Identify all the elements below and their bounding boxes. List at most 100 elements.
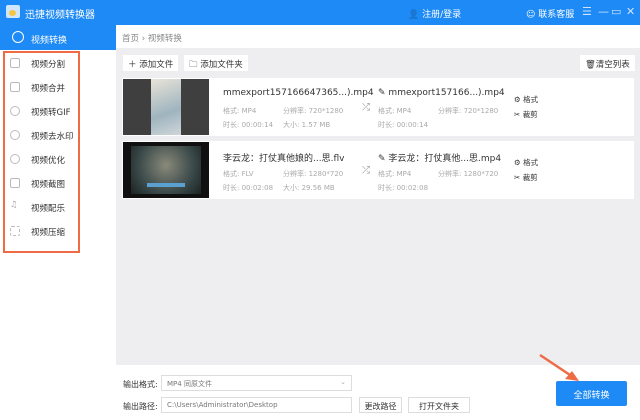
customer-service-button[interactable]: ☺ 联系客服: [526, 7, 574, 20]
video-thumbnail: [123, 79, 209, 135]
source-file-name: 李云龙：打仗真他娘的...思.flv: [223, 154, 345, 164]
breadcrumb-current: 视频转换: [147, 34, 182, 44]
add-folder-label: 添加文件夹: [200, 60, 243, 70]
shuffle-icon: ⤮: [362, 165, 370, 176]
sidebar-item-label: 视频转换: [31, 36, 68, 46]
source-format: 格式: MP4: [223, 107, 257, 115]
output-file-name[interactable]: ✎ 李云龙：打仗真他...思.mp4: [378, 151, 501, 164]
sidebar-item-label: 视频截图: [31, 180, 66, 190]
sidebar-item-compress[interactable]: 视频压缩: [10, 223, 76, 241]
clip-label: 裁剪: [522, 110, 538, 119]
annotation-arrow-icon: [539, 353, 579, 381]
edit-icon: ✎: [378, 154, 386, 164]
format-label: 格式: [523, 158, 539, 167]
menu-icon[interactable]: ☰: [582, 5, 592, 18]
app-title: 迅捷视频转换器: [25, 10, 95, 21]
gif-icon: [10, 106, 20, 116]
app-logo-icon: [6, 5, 20, 18]
sidebar-item-music[interactable]: ♫ 视频配乐: [10, 199, 76, 217]
minimize-icon[interactable]: —: [598, 5, 609, 18]
compress-icon: [10, 226, 20, 236]
clip-button[interactable]: ✂ 裁剪: [514, 172, 538, 183]
clip-label: 裁剪: [522, 173, 538, 182]
output-format: 格式: MP4: [378, 107, 412, 115]
source-duration: 时长: 00:02:08: [223, 184, 274, 192]
screenshot-icon: [10, 178, 20, 188]
output-format-select[interactable]: MP4 同原文件 ⌄: [161, 375, 352, 391]
output-format-value: MP4 同原文件: [167, 380, 212, 388]
breadcrumb: 首页 › 视频转换: [116, 25, 640, 48]
output-name-label: mmexport157166...).mp4: [388, 88, 505, 98]
sidebar: 视频转换 视频分割 视频合并 视频转GIF 视频去水印 视频优化 视频截图 ♫ 视…: [0, 25, 116, 420]
sidebar-item-screenshot[interactable]: 视频截图: [10, 175, 76, 193]
source-file-name: mmexport157166647365...).mp4: [223, 88, 374, 98]
video-thumbnail: [123, 142, 209, 198]
trash-icon: 🗑: [585, 60, 596, 70]
output-path-label: 输出路径:: [123, 402, 158, 411]
sidebar-item-label: 视频配乐: [31, 204, 66, 214]
output-name-label: 李云龙：打仗真他...思.mp4: [388, 154, 502, 164]
folder-icon: 🗀: [189, 60, 198, 70]
output-format-label: 输出格式:: [123, 380, 158, 389]
sidebar-item-label: 视频分割: [31, 60, 66, 70]
music-icon: ♫: [10, 200, 18, 210]
output-duration: 时长: 00:02:08: [378, 184, 429, 192]
title-bar: 迅捷视频转换器 👤 注册/登录 ☺ 联系客服 ☰ — ▭ ✕: [0, 0, 640, 25]
output-file-name[interactable]: ✎ mmexport157166...).mp4: [378, 88, 505, 98]
source-format: 格式: FLV: [223, 170, 254, 178]
split-icon: [10, 58, 20, 68]
convert-icon: [12, 31, 24, 43]
format-label: 格式: [523, 95, 539, 104]
close-icon[interactable]: ✕: [626, 5, 635, 18]
breadcrumb-separator: ›: [141, 34, 146, 44]
add-file-label: 添加文件: [139, 60, 174, 70]
maximize-icon[interactable]: ▭: [611, 5, 621, 18]
sidebar-item-label: 视频转GIF: [31, 108, 71, 118]
shuffle-icon: ⤮: [362, 102, 370, 113]
output-format: 格式: MP4: [378, 170, 412, 178]
watermark-icon: [10, 130, 20, 140]
service-label: 联系客服: [538, 10, 575, 20]
sidebar-item-merge[interactable]: 视频合并: [10, 79, 76, 97]
output-duration: 时长: 00:00:14: [378, 121, 429, 129]
scissors-icon: ✂: [514, 173, 521, 182]
sidebar-item-label: 视频合并: [31, 84, 66, 94]
output-resolution: 分辨率: 720*1280: [438, 107, 499, 115]
sidebar-item-label: 视频去水印: [31, 132, 74, 142]
edit-icon: ✎: [378, 88, 386, 98]
sidebar-item-label: 视频优化: [31, 156, 66, 166]
login-label: 注册/登录: [422, 10, 462, 20]
sidebar-item-split[interactable]: 视频分割: [10, 55, 76, 73]
breadcrumb-home[interactable]: 首页: [122, 34, 139, 44]
login-button[interactable]: 👤 注册/登录: [408, 7, 461, 20]
source-resolution: 分辨率: 720*1280: [283, 107, 344, 115]
source-resolution: 分辨率: 1280*720: [283, 170, 344, 178]
optimize-icon: [10, 154, 20, 164]
source-size: 大小: 29.56 MB: [283, 184, 335, 192]
chevron-down-icon: ⌄: [340, 378, 346, 386]
clear-list-button[interactable]: 🗑清空列表: [580, 55, 635, 71]
add-file-button[interactable]: ＋ 添加文件: [123, 55, 179, 71]
file-row[interactable]: 李云龙：打仗真他娘的...思.flv 格式: FLV 分辨率: 1280*720…: [122, 141, 634, 199]
source-size: 大小: 1.57 MB: [283, 121, 331, 129]
clip-button[interactable]: ✂ 裁剪: [514, 109, 538, 120]
output-path-input[interactable]: C:\Users\Administrator\Desktop: [161, 397, 352, 413]
sidebar-item-video-convert[interactable]: 视频转换: [0, 25, 116, 50]
clear-list-label: 清空列表: [595, 60, 630, 70]
format-button[interactable]: ⚙ 格式: [514, 94, 538, 105]
scissors-icon: ✂: [514, 110, 521, 119]
sidebar-item-optimize[interactable]: 视频优化: [10, 151, 76, 169]
change-path-button[interactable]: 更改路径: [359, 397, 402, 413]
gear-icon: ⚙: [514, 158, 521, 167]
merge-icon: [10, 82, 20, 92]
open-folder-button[interactable]: 打开文件夹: [408, 397, 470, 413]
sidebar-item-watermark[interactable]: 视频去水印: [10, 127, 76, 145]
sidebar-item-gif[interactable]: 视频转GIF: [10, 103, 76, 121]
output-resolution: 分辨率: 1280*720: [438, 170, 499, 178]
file-row[interactable]: mmexport157166647365...).mp4 格式: MP4 分辨率…: [122, 78, 634, 136]
gear-icon: ⚙: [514, 95, 521, 104]
sidebar-item-label: 视频压缩: [31, 228, 66, 238]
add-folder-button[interactable]: 🗀 添加文件夹: [184, 55, 248, 71]
source-duration: 时长: 00:00:14: [223, 121, 274, 129]
format-button[interactable]: ⚙ 格式: [514, 157, 538, 168]
